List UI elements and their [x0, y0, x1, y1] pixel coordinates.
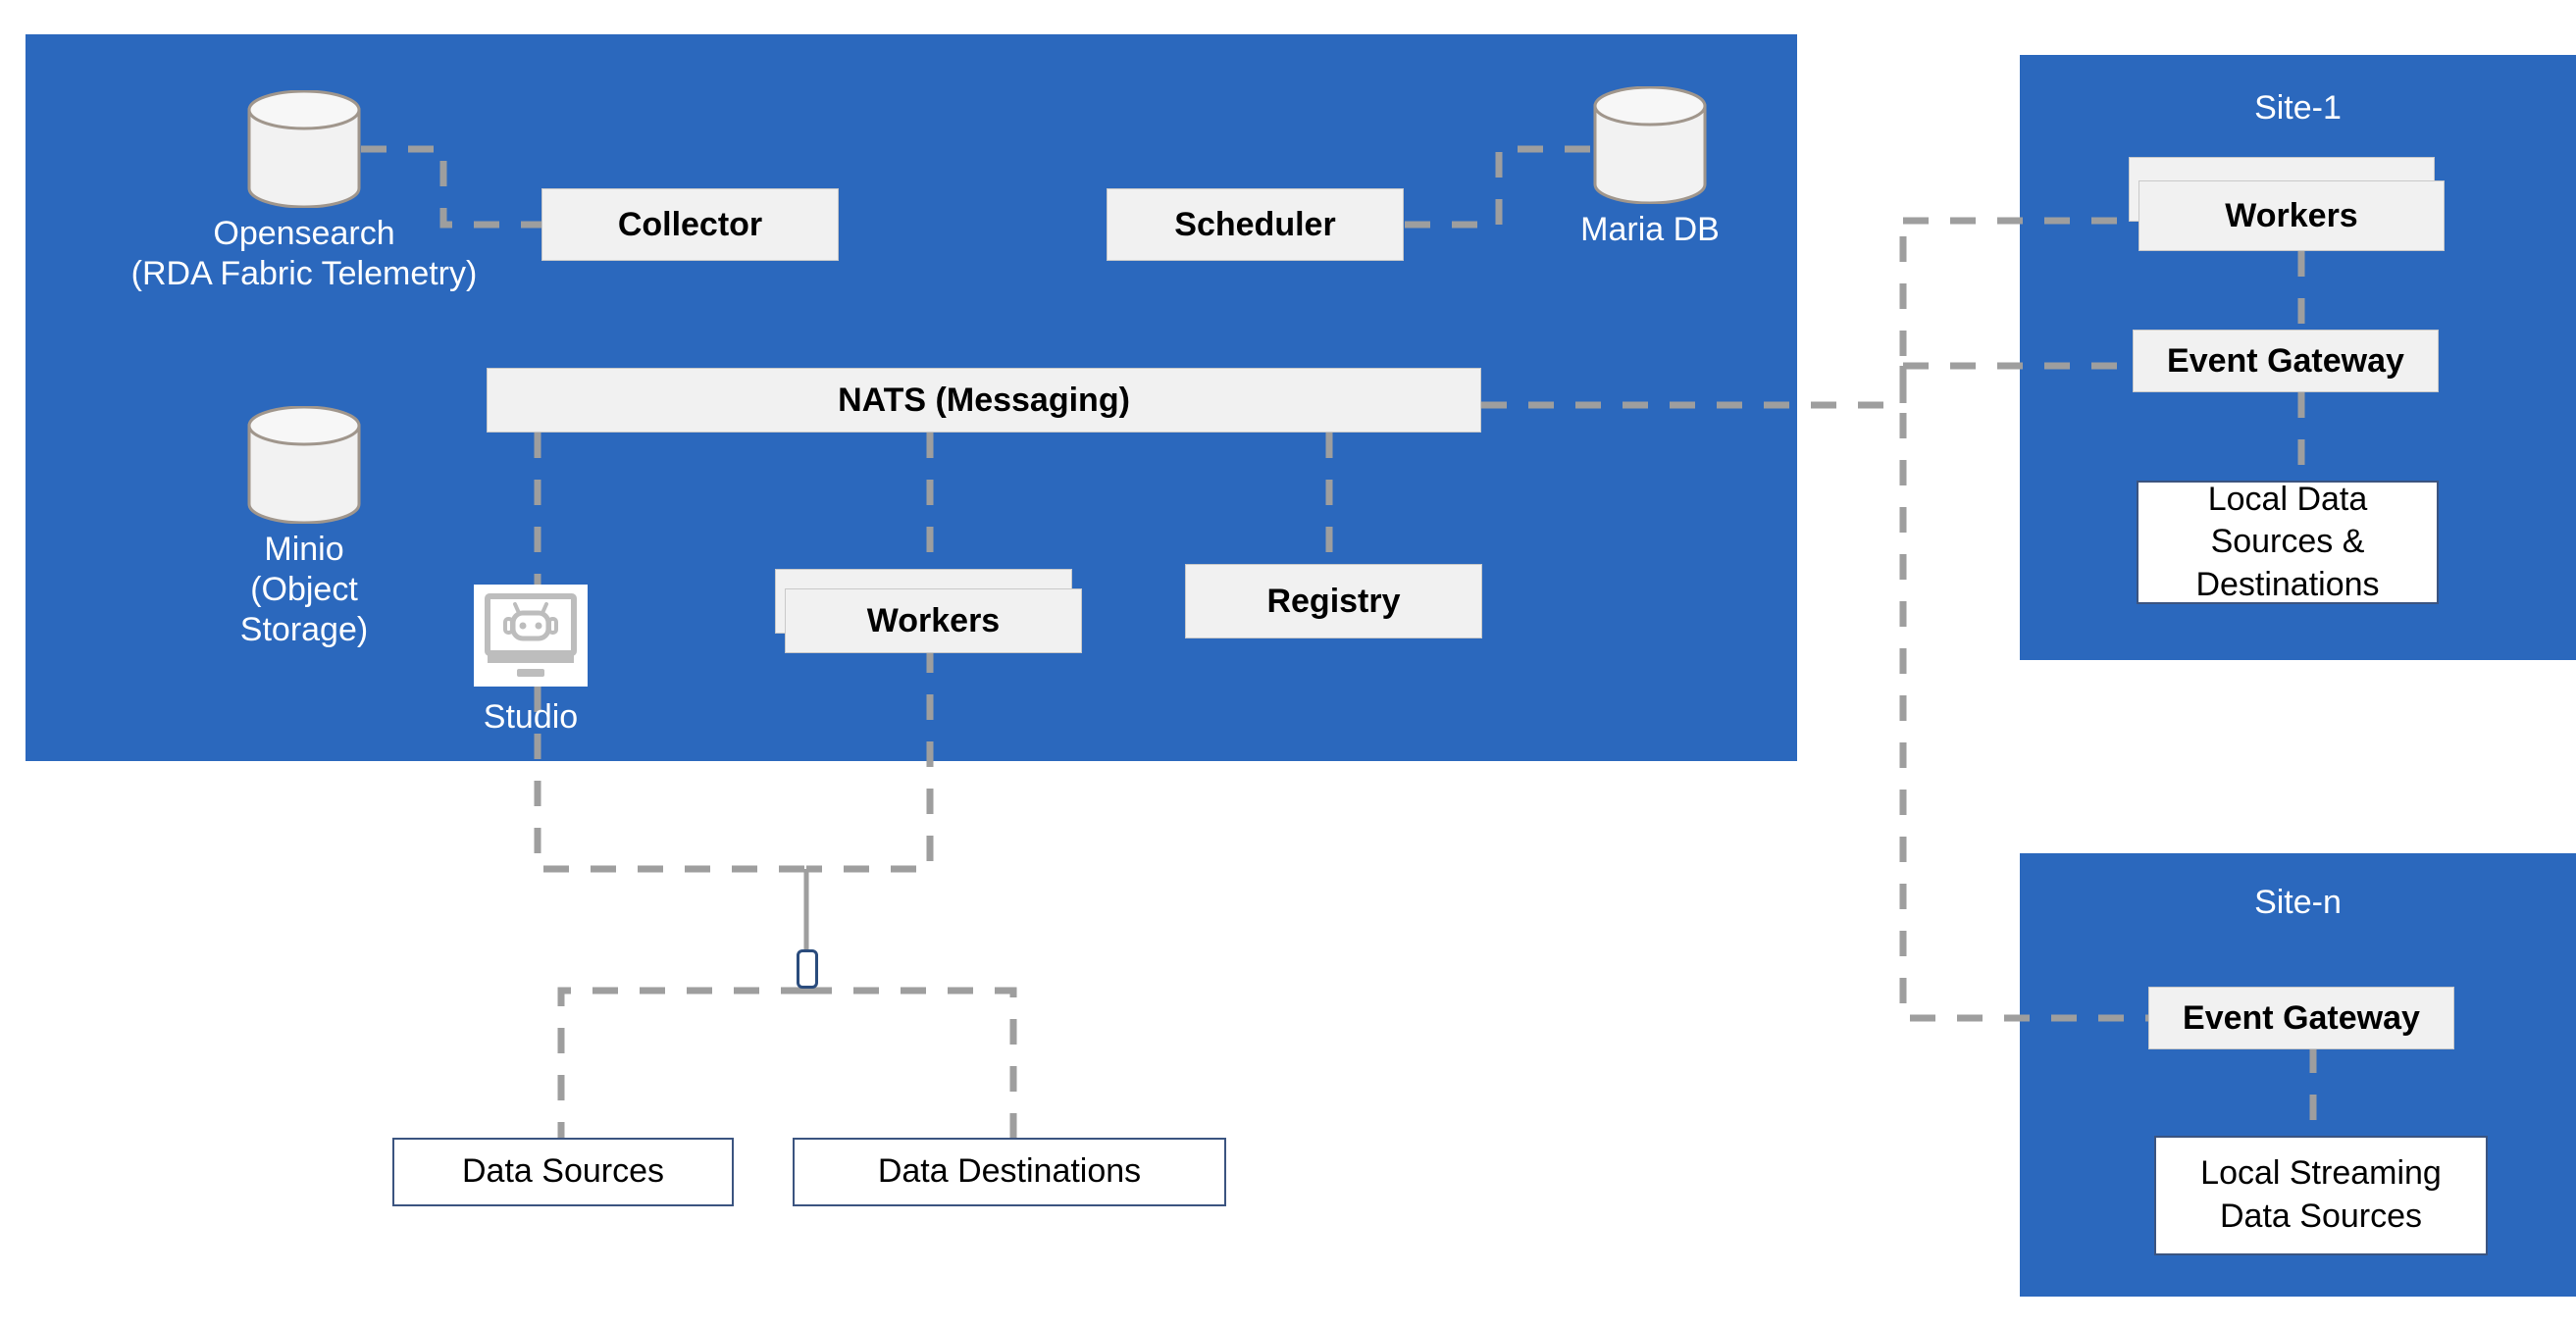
architecture-diagram: Site-1 Site-n Opensearch (RDA Fabric Tel… [0, 0, 2576, 1326]
opensearch-label-line2: (RDA Fabric Telemetry) [130, 254, 478, 292]
data-destinations-box[interactable]: Data Destinations [793, 1138, 1226, 1206]
studio-icon[interactable] [474, 585, 588, 687]
maria-db-icon [1591, 86, 1709, 204]
nats-box[interactable]: NATS (Messaging) [487, 368, 1481, 433]
opensearch-label: Opensearch (RDA Fabric Telemetry) [131, 214, 478, 294]
siten-local-streaming-line2: Data Sources [2220, 1198, 2422, 1235]
site1-local-data-line2: Sources & [2210, 523, 2365, 561]
siten-local-streaming-line1: Local Streaming [2200, 1154, 2442, 1193]
minio-label-line2: (Object [250, 570, 358, 608]
siten-local-streaming-box[interactable]: Local Streaming Data Sources [2154, 1136, 2488, 1255]
site1-local-data-line3: Destinations [2195, 565, 2380, 603]
collector-box[interactable]: Collector [541, 188, 839, 261]
maria-db-label: Maria DB [1580, 211, 1720, 248]
minio-label: Minio (Object Storage) [240, 530, 368, 649]
site-1-title: Site-1 [2254, 89, 2342, 127]
studio-label: Studio [483, 698, 579, 736]
site1-local-data-line1: Local Data [2207, 480, 2368, 518]
opensearch-db-icon [245, 90, 363, 208]
site1-local-data-box[interactable]: Local Data Sources & Destinations [2137, 481, 2439, 604]
site1-event-gateway-box[interactable]: Event Gateway [2133, 330, 2439, 392]
minio-db-icon [245, 406, 363, 524]
site1-workers-box[interactable]: Workers [2138, 180, 2445, 251]
data-sources-box[interactable]: Data Sources [392, 1138, 734, 1206]
opensearch-label-line1: Opensearch [213, 215, 395, 252]
robot-monitor-icon [485, 593, 577, 677]
scheduler-box[interactable]: Scheduler [1107, 188, 1404, 261]
site-n-title: Site-n [2254, 884, 2342, 921]
minio-label-line1: Minio [264, 531, 344, 568]
registry-box[interactable]: Registry [1185, 564, 1482, 638]
siten-event-gateway-box[interactable]: Event Gateway [2148, 987, 2454, 1049]
junction-pill-connector [797, 949, 818, 989]
workers-box[interactable]: Workers [785, 588, 1082, 653]
minio-label-line3: Storage) [239, 610, 369, 648]
